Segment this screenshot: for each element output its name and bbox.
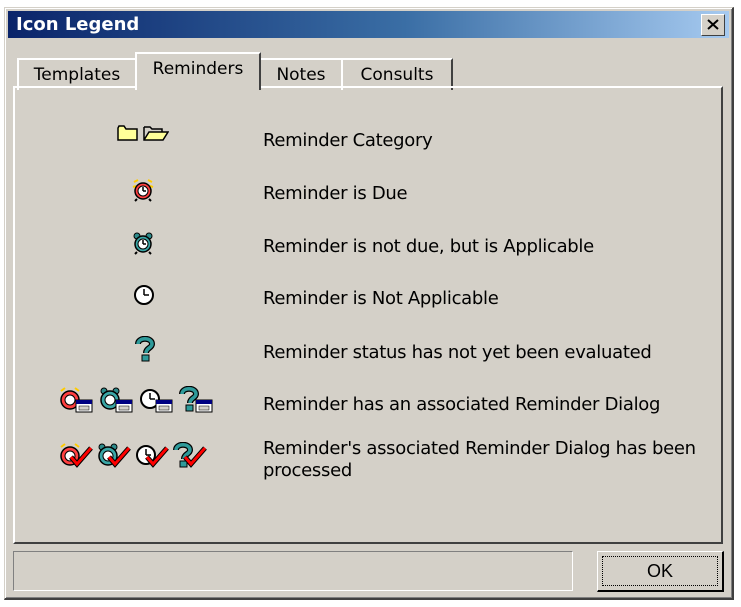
legend-row-5-icons — [59, 386, 213, 414]
title-bar[interactable]: Icon Legend — [8, 11, 729, 38]
folder-open-icon — [143, 126, 169, 141]
legend-label-applicable: Reminder is not due, but is Applicable — [263, 236, 594, 257]
close-icon — [707, 19, 719, 30]
status-area — [13, 551, 573, 591]
alarm-clock-applicable-icon — [133, 232, 153, 255]
reminders-tab-panel: Reminder Category Reminder is Due Remind… — [13, 86, 723, 544]
due-processed-icon — [60, 443, 93, 468]
legend-label-not-evaluated: Reminder status has not yet been evaluat… — [263, 342, 652, 363]
question-mark-icon — [135, 336, 155, 362]
legend-label-not-applicable: Reminder is Not Applicable — [263, 288, 499, 309]
alarm-clock-due-icon — [132, 179, 154, 202]
legend-label-has-dialog: Reminder has an associated Reminder Dial… — [263, 394, 661, 415]
legend-label-due: Reminder is Due — [263, 183, 408, 204]
tab-reminders[interactable]: Reminders — [135, 52, 261, 90]
close-button[interactable] — [701, 14, 725, 36]
applicable-processed-icon — [98, 443, 131, 468]
not-applicable-dialog-icon — [140, 389, 173, 413]
legend-row-3-icons — [133, 284, 155, 306]
legend-row-6-icons — [59, 442, 207, 470]
window-title: Icon Legend — [16, 14, 140, 35]
legend-row-1-icons — [131, 178, 155, 202]
legend-label-processed: Reminder's associated Reminder Dialog ha… — [263, 438, 696, 481]
not-applicable-processed-icon — [136, 445, 169, 468]
tab-reminders-label: Reminders — [152, 59, 244, 79]
legend-row-0-icons — [117, 124, 169, 142]
tab-notes-label: Notes — [276, 65, 326, 85]
icon-legend-dialog: Icon Legend Templates Reminders Notes Co… — [4, 7, 734, 600]
question-dialog-icon — [179, 386, 213, 413]
clock-not-applicable-icon — [134, 285, 154, 305]
legend-row-4-icons — [135, 336, 155, 362]
applicable-dialog-icon — [100, 387, 133, 413]
folder-closed-icon — [117, 125, 138, 141]
legend-row-2-icons — [131, 231, 155, 255]
tab-consults-label: Consults — [360, 65, 434, 85]
due-dialog-icon — [60, 387, 93, 413]
legend-label-category: Reminder Category — [263, 130, 433, 151]
tab-templates-label: Templates — [33, 65, 121, 85]
ok-button[interactable]: OK — [597, 551, 724, 592]
question-processed-icon — [173, 442, 207, 468]
focus-rectangle — [602, 556, 718, 586]
